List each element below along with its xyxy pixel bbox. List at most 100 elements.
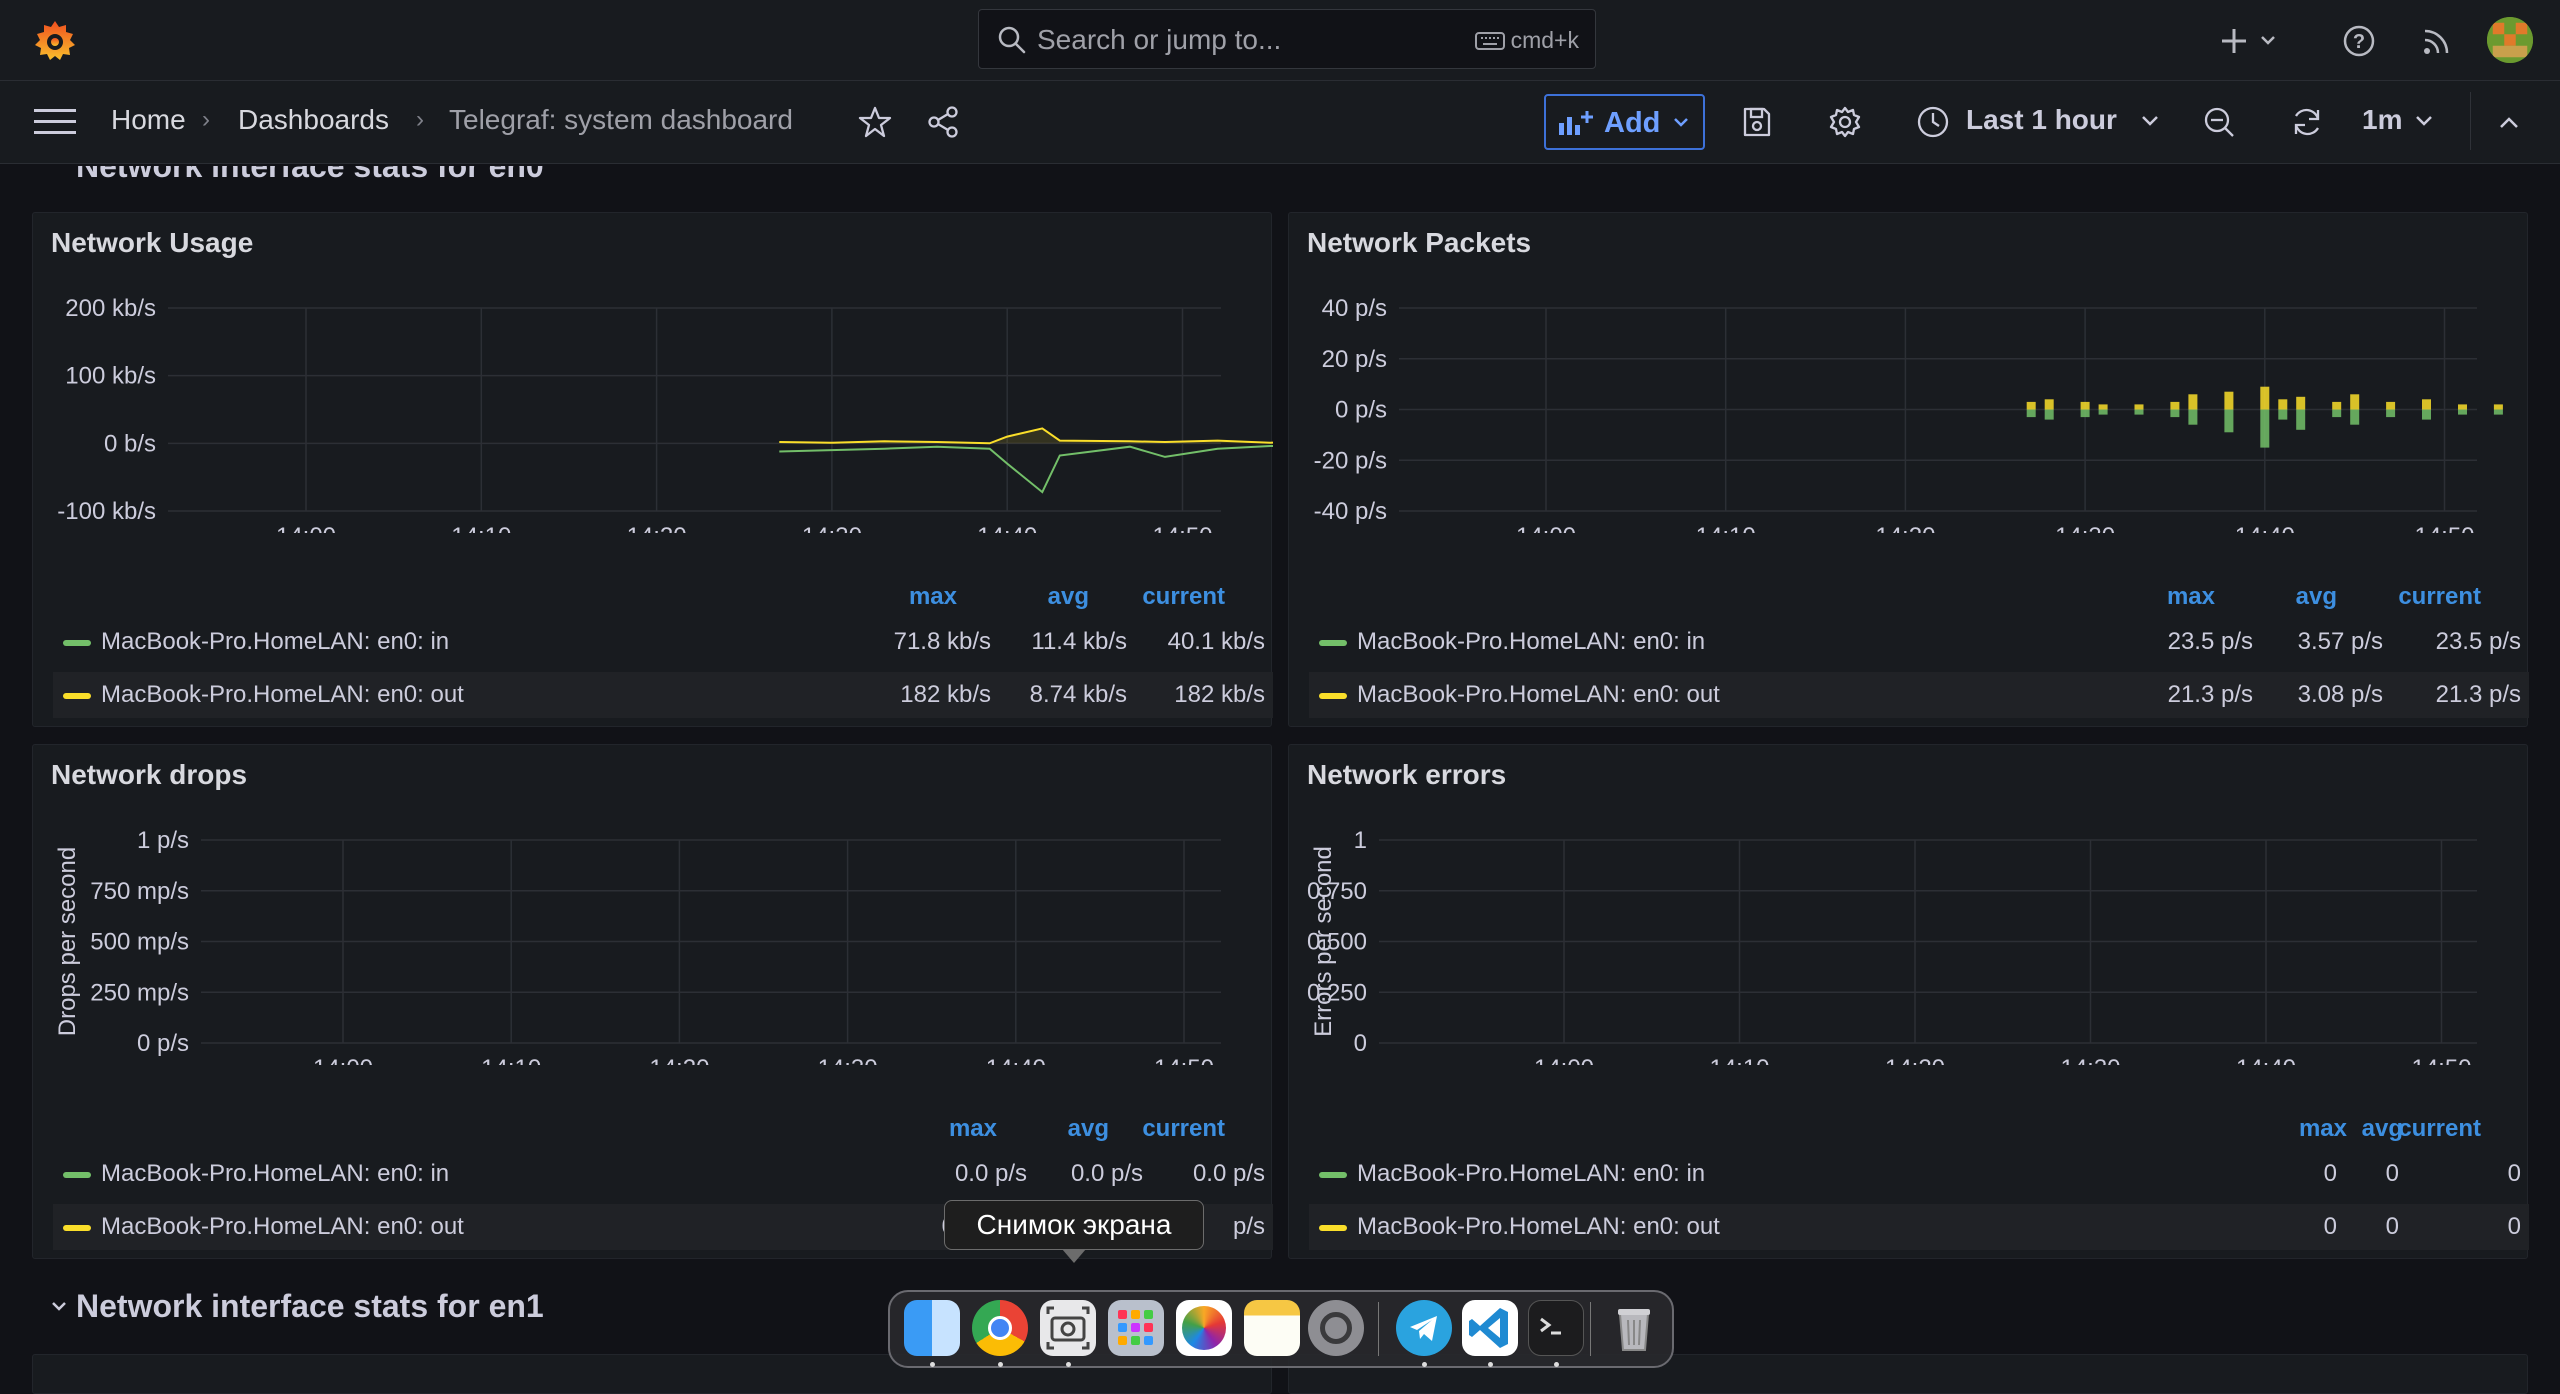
panel-title[interactable]: Network Packets — [1307, 227, 1531, 259]
legend-header-avg[interactable]: avg — [1048, 583, 1089, 611]
legend-current: 0 — [2507, 1160, 2521, 1187]
vscode-icon[interactable] — [1462, 1300, 1518, 1356]
photos-icon[interactable] — [1176, 1300, 1232, 1356]
series-line-in — [779, 444, 1273, 494]
section-title-en1[interactable]: Network interface stats for en1 — [76, 1288, 544, 1325]
settings-gear-icon[interactable] — [1828, 105, 1862, 139]
bar-out — [2026, 401, 2036, 410]
bar-out — [2350, 394, 2360, 410]
y-tick-label: 0 — [1354, 1030, 1367, 1057]
menu-icon[interactable] — [34, 108, 76, 136]
x-tick-label: 14:10 — [481, 1055, 541, 1065]
legend-row-out[interactable]: MacBook-Pro.HomeLAN: en0: out 182 kb/s 8… — [53, 672, 1273, 718]
system-settings-icon[interactable] — [1308, 1300, 1364, 1356]
legend-header-avg[interactable]: avg — [1068, 1115, 1109, 1143]
legend-row-in[interactable]: MacBook-Pro.HomeLAN: en0: in 0 0 0 — [1309, 1151, 2529, 1197]
time-range-picker[interactable]: Last 1 hour — [1966, 104, 2117, 136]
chevron-down-icon — [2261, 36, 2275, 45]
rss-icon[interactable] — [2420, 24, 2454, 58]
chevron-down-icon[interactable] — [50, 1300, 68, 1314]
search-bar[interactable]: Search or jump to... cmd+k — [978, 9, 1596, 69]
avatar[interactable] — [2487, 17, 2533, 63]
legend-header-current[interactable]: current — [1142, 1115, 1225, 1143]
save-icon[interactable] — [1742, 106, 1772, 138]
refresh-interval-picker[interactable]: 1m — [2362, 104, 2402, 136]
breadcrumb-separator: › — [416, 106, 424, 133]
legend-header-avg[interactable]: avg — [2362, 1115, 2403, 1143]
add-button[interactable]: Add — [1544, 94, 1705, 150]
chevron-down-icon — [1674, 118, 1688, 127]
bar-in — [2386, 409, 2396, 418]
help-icon[interactable]: ? — [2342, 24, 2376, 58]
legend-header-max[interactable]: max — [2167, 583, 2215, 611]
legend-header-max[interactable]: max — [949, 1115, 997, 1143]
screenshot-icon[interactable] — [1040, 1300, 1096, 1356]
zoom-out-icon[interactable] — [2202, 105, 2236, 139]
x-tick-label: 14:40 — [2236, 1055, 2296, 1065]
chevron-down-icon[interactable] — [2414, 114, 2434, 130]
new-menu-button[interactable] — [2220, 26, 2282, 56]
bar-in — [2260, 409, 2270, 448]
terminal-icon[interactable] — [1528, 1300, 1584, 1356]
chevron-down-icon[interactable] — [2140, 114, 2160, 130]
legend-header-current[interactable]: current — [1142, 583, 1225, 611]
x-tick-label: 14:00 — [1534, 1055, 1594, 1065]
breadcrumb-home[interactable]: Home — [111, 104, 186, 136]
grafana-logo-icon[interactable] — [32, 18, 78, 64]
trash-icon[interactable] — [1606, 1300, 1662, 1356]
panel-title[interactable]: Network errors — [1307, 759, 1506, 791]
legend-header-current[interactable]: current — [2398, 1115, 2481, 1143]
finder-icon[interactable] — [904, 1300, 960, 1356]
x-tick-label: 14:30 — [802, 523, 862, 533]
bar-out — [2080, 401, 2090, 410]
bar-out — [2422, 399, 2431, 410]
breadcrumb-dashboards[interactable]: Dashboards — [238, 104, 389, 136]
y-tick-label: -100 kb/s — [57, 498, 156, 525]
legend-header-avg[interactable]: avg — [2296, 583, 2337, 611]
legend-color-out — [1319, 693, 1347, 699]
notes-icon[interactable] — [1244, 1300, 1300, 1356]
legend-header-current[interactable]: current — [2398, 583, 2481, 611]
bar-in — [2080, 409, 2090, 418]
x-tick-label: 14:40 — [2235, 523, 2295, 533]
chevron-up-icon[interactable] — [2498, 114, 2520, 130]
chrome-icon[interactable] — [972, 1300, 1028, 1356]
y-tick-label: 750 mp/s — [90, 878, 189, 905]
bar-in — [2134, 409, 2144, 415]
x-tick-label: 14:10 — [451, 523, 511, 533]
legend-header-max[interactable]: max — [2299, 1115, 2347, 1143]
legend-header-max[interactable]: max — [909, 583, 957, 611]
legend-color-in — [63, 1172, 91, 1178]
legend-row-in[interactable]: MacBook-Pro.HomeLAN: en0: in 0.0 p/s 0.0… — [53, 1151, 1273, 1197]
star-icon[interactable] — [858, 105, 892, 139]
legend-series-name: MacBook-Pro.HomeLAN: en0: out — [1357, 681, 1720, 708]
legend-row-out[interactable]: MacBook-Pro.HomeLAN: en0: out 0 0 0 — [1309, 1204, 2529, 1250]
legend-avg: 0 — [2385, 1213, 2399, 1240]
legend-series-name: MacBook-Pro.HomeLAN: en0: out — [1357, 1213, 1720, 1240]
legend-row-in[interactable]: MacBook-Pro.HomeLAN: en0: in 23.5 p/s 3.… — [1309, 619, 2529, 665]
add-panel-icon — [1559, 111, 1593, 135]
bar-in — [2188, 409, 2198, 425]
legend-color-in — [1319, 1172, 1347, 1178]
legend-color-in — [63, 640, 91, 646]
y-tick-label: 200 kb/s — [65, 295, 156, 322]
panel-title[interactable]: Network Usage — [51, 227, 253, 259]
legend-row-out[interactable]: MacBook-Pro.HomeLAN: en0: out 21.3 p/s 3… — [1309, 672, 2529, 718]
share-icon[interactable] — [926, 105, 960, 139]
clock-icon[interactable] — [1916, 105, 1950, 139]
dock-divider — [1378, 1302, 1379, 1356]
bar-out — [2044, 399, 2054, 410]
panel-title[interactable]: Network drops — [51, 759, 247, 791]
refresh-icon[interactable] — [2290, 105, 2324, 139]
legend-max: 0 — [2323, 1213, 2337, 1240]
bar-in — [2296, 409, 2306, 430]
legend-current: p/s — [1232, 1213, 1265, 1240]
launchpad-icon[interactable] — [1108, 1300, 1164, 1356]
telegram-icon[interactable] — [1396, 1300, 1452, 1356]
legend-row-in[interactable]: MacBook-Pro.HomeLAN: en0: in 71.8 kb/s 1… — [53, 619, 1273, 665]
y-tick-label: 1 — [1354, 827, 1367, 854]
legend-max: 0 — [2323, 1160, 2337, 1187]
y-tick-label: 0 p/s — [137, 1030, 189, 1057]
x-tick-label: 14:20 — [1885, 1055, 1945, 1065]
svg-text:?: ? — [2353, 31, 2365, 53]
